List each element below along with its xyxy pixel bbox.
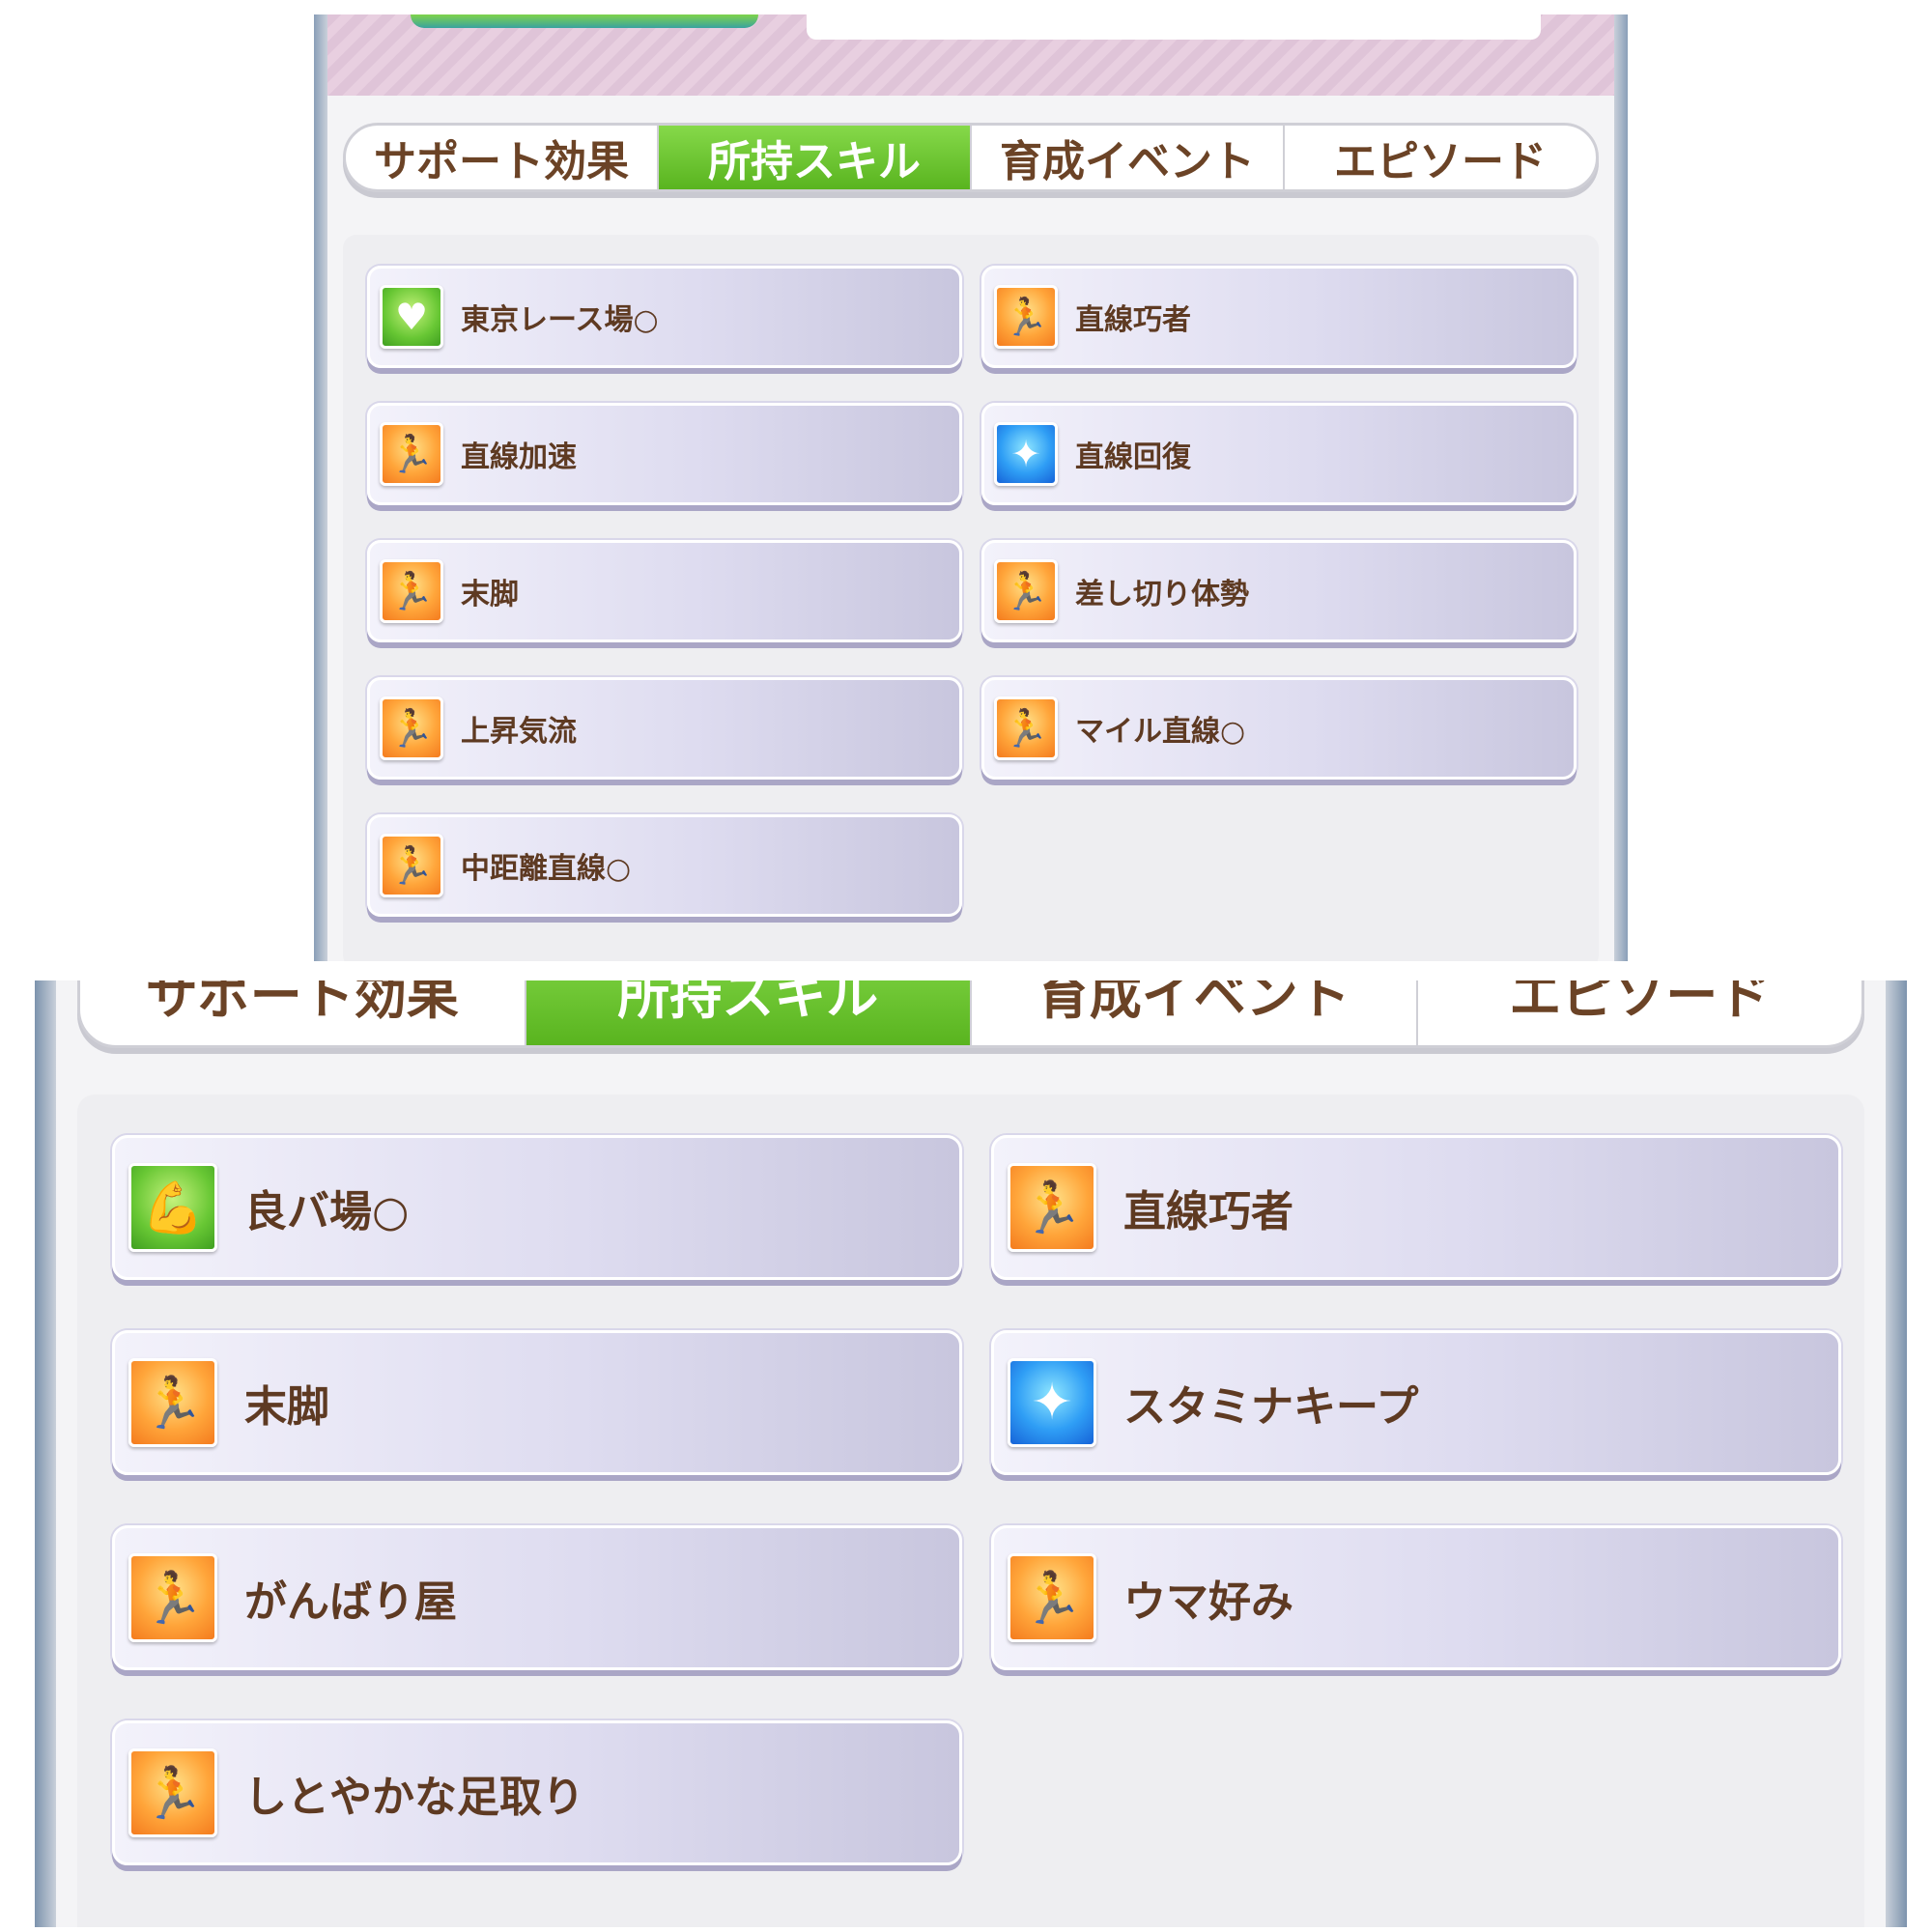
skill-name: 良バ場○ (244, 1187, 410, 1236)
skill-card[interactable]: 🏃 直線巧者 (981, 266, 1577, 368)
bottom-screenshot-panel: サポート効果 所持スキル 育成イベント エピソード 💪 良バ場○ 🏃 直線巧者 🏃 末脚 ✦ スタミ… (35, 980, 1907, 1927)
skill-card[interactable]: 🏃 マイル直線○ (981, 677, 1577, 780)
skill-name: 直線回復 (1075, 440, 1191, 474)
tab-support-effect[interactable]: サポート効果 (80, 980, 526, 1045)
tab-episode[interactable]: エピソード (1285, 126, 1596, 189)
skill-card[interactable]: 🏃 直線加速 (367, 403, 962, 505)
skill-name: しとやかな足取り (244, 1773, 584, 1822)
running-figure-icon: 🏃 (128, 1358, 217, 1447)
skill-name: 直線加速 (461, 440, 577, 474)
skill-card[interactable]: 🏃 直線巧者 (991, 1135, 1841, 1280)
tab-bar: サポート効果 所持スキル 育成イベント エピソード (77, 980, 1864, 1048)
skill-name: 末脚 (461, 578, 519, 611)
skill-name: 上昇気流 (461, 715, 577, 749)
skill-name: マイル直線○ (1075, 715, 1246, 749)
skill-card[interactable]: 🏃 中距離直線○ (367, 814, 962, 917)
sparkle-icon: ✦ (994, 422, 1058, 486)
running-figure-icon: 🏃 (994, 285, 1058, 349)
skill-card[interactable]: 🏃 がんばり屋 (112, 1525, 962, 1670)
tab-support-effect[interactable]: サポート効果 (346, 126, 659, 189)
left-edge (35, 980, 56, 1927)
skill-card[interactable]: ♥ 東京レース場○ (367, 266, 962, 368)
left-edge (314, 14, 327, 961)
running-figure-icon: 🏃 (994, 559, 1058, 623)
skill-card[interactable]: 🏃 末脚 (367, 540, 962, 642)
right-edge (1614, 14, 1628, 961)
running-figure-icon: 🏃 (380, 559, 443, 623)
running-figure-icon: 🏃 (1008, 1553, 1096, 1642)
skill-card[interactable]: 🏃 上昇気流 (367, 677, 962, 780)
skill-name: 差し切り体勢 (1075, 578, 1249, 611)
tab-bar: サポート効果 所持スキル 育成イベント エピソード (343, 123, 1599, 192)
banner-green-button-edge (411, 14, 758, 28)
sparkle-icon: ✦ (1008, 1358, 1096, 1447)
running-figure-icon: 🏃 (1008, 1163, 1096, 1252)
banner-white-strip (807, 14, 1541, 40)
running-figure-icon: 🏃 (994, 696, 1058, 760)
skill-name: 中距離直線○ (461, 852, 632, 886)
running-figure-icon: 🏃 (128, 1748, 217, 1837)
skill-name: 末脚 (244, 1382, 329, 1432)
tab-training-events[interactable]: 育成イベント (972, 980, 1418, 1045)
skill-name: ウマ好み (1123, 1577, 1293, 1627)
skill-name: 直線巧者 (1123, 1187, 1293, 1236)
skill-name: 直線巧者 (1075, 303, 1191, 337)
skill-card[interactable]: 🏃 差し切り体勢 (981, 540, 1577, 642)
flexed-arm-icon: 💪 (128, 1163, 217, 1252)
running-figure-icon: 🏃 (380, 834, 443, 897)
skill-name: 東京レース場○ (461, 303, 659, 337)
skill-name: がんばり屋 (244, 1577, 457, 1627)
running-figure-icon: 🏃 (380, 422, 443, 486)
skill-card[interactable]: 🏃 末脚 (112, 1330, 962, 1475)
skill-card[interactable]: ✦ 直線回復 (981, 403, 1577, 505)
skill-name: スタミナキープ (1123, 1382, 1419, 1432)
skill-card[interactable]: 💪 良バ場○ (112, 1135, 962, 1280)
tab-owned-skills[interactable]: 所持スキル (526, 980, 972, 1045)
tab-training-events[interactable]: 育成イベント (972, 126, 1285, 189)
tab-owned-skills[interactable]: 所持スキル (659, 126, 972, 189)
running-figure-icon: 🏃 (128, 1553, 217, 1642)
right-edge (1886, 980, 1907, 1927)
skill-card[interactable]: 🏃 ウマ好み (991, 1525, 1841, 1670)
tab-episode[interactable]: エピソード (1418, 980, 1862, 1045)
skill-card[interactable]: ✦ スタミナキープ (991, 1330, 1841, 1475)
header-banner-image (314, 14, 1628, 96)
top-screenshot-panel: サポート効果 所持スキル 育成イベント エピソード ♥ 東京レース場○ 🏃 直線巧者 🏃 直線加… (314, 14, 1628, 961)
heart-icon: ♥ (380, 285, 443, 349)
skill-card[interactable]: 🏃 しとやかな足取り (112, 1720, 962, 1865)
running-figure-icon: 🏃 (380, 696, 443, 760)
